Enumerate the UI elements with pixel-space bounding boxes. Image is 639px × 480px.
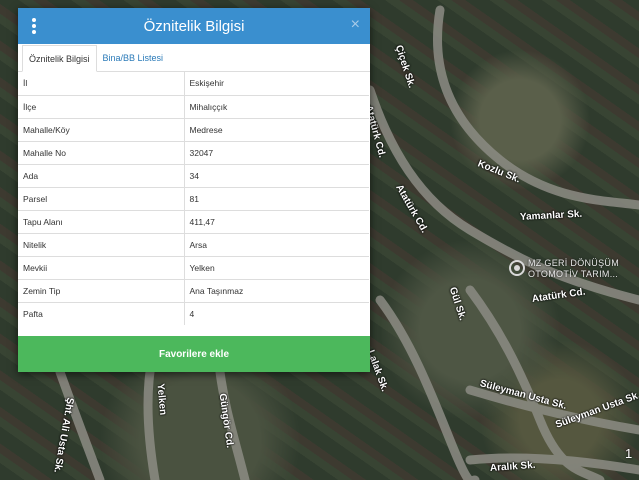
table-row: Nitelik Arsa [18,232,369,256]
table-row: Mahalle No 32047 [18,140,369,164]
location-pin-icon[interactable] [509,260,525,276]
attribute-key: İlçe [18,94,185,118]
attribute-value: Ana Taşınmaz [184,278,369,302]
attribute-key: Tapu Alanı [18,209,185,233]
attribute-key: Mevkii [18,255,185,279]
attribute-value: Eskişehir [189,78,224,89]
attribute-value: 411,47 [184,209,369,233]
attribute-key: Zemin Tip [18,278,185,302]
dialog-title: Öznitelik Bilgisi [143,17,245,35]
attribute-key: Mahalle No [18,140,185,164]
dialog-tabs: Öznitelik Bilgisi Bina/BB Listesi [18,44,370,72]
dialog-header: Öznitelik Bilgisi × [18,8,370,44]
table-row: Ada 34 [18,163,369,187]
attribute-value: Arsa [184,232,369,256]
tab-building-list[interactable]: Bina/BB Listesi [97,45,170,71]
attribute-value: Yelken [184,255,369,279]
table-row: Mevkii Yelken [18,255,369,279]
attribute-value: 4 [184,301,369,325]
attribute-key: Mahalle/Köy [18,117,185,141]
table-row: Mahalle/Köy Medrese [18,117,369,141]
tab-attribute-info[interactable]: Öznitelik Bilgisi [22,45,97,72]
attribute-value: 81 [184,186,369,210]
attribute-key: Parsel [18,186,185,210]
close-icon[interactable]: × [351,16,360,34]
attribute-table: İl Eskişehir İlçe Mihalıççık Mahalle/Köy Medr… [18,72,369,325]
table-row: Pafta 4 [18,301,369,325]
add-to-favorites-button[interactable]: Favorilere ekle [18,336,370,372]
attribute-key: Ada [18,163,185,187]
table-row: Tapu Alanı 411,47 [18,209,369,233]
table-row: Zemin Tip Ana Taşınmaz [18,278,369,302]
table-row: İl Eskişehir [18,72,369,95]
attribute-value: 32047 [184,140,369,164]
table-row: İlçe Mihalıççık [18,94,369,118]
poi-label: MZ GERİ DÖNÜŞÜM OTOMOTİV TARIM... [528,258,619,279]
attribute-key: Pafta [18,301,185,325]
attribute-value: 34 [184,163,369,187]
vertical-dots-menu-icon[interactable] [30,18,38,34]
attribute-key: Nitelik [18,232,185,256]
attribute-value: Mihalıççık [184,94,369,118]
attribute-value: Medrese [184,117,369,141]
table-row: Parsel 81 [18,186,369,210]
attribute-key: İl [18,72,185,95]
attribute-info-dialog: Öznitelik Bilgisi × Öznitelik Bilgisi Bi… [18,8,370,372]
scale-indicator: 1 [625,446,633,461]
